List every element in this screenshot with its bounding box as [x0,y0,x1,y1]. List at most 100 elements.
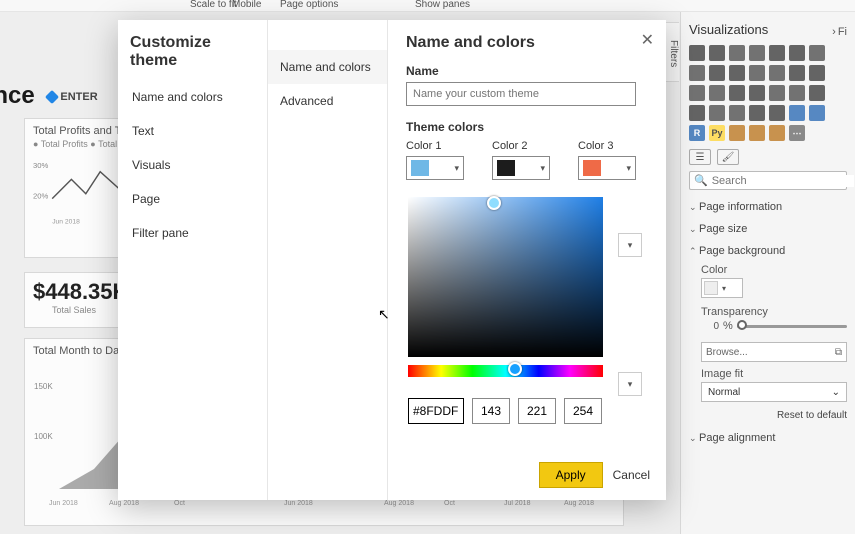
b-input[interactable] [564,398,602,424]
fields-tab-icon[interactable]: ☰ [689,149,711,165]
section-page-size[interactable]: ⌄ Page size [689,220,847,238]
tile-total-sales[interactable]: $448.35K Total Sales [24,272,124,328]
viz-stacked-area[interactable] [709,65,725,81]
nav-page[interactable]: Page [118,182,267,216]
format-search[interactable]: 🔍 [689,171,847,190]
ribbon-scale[interactable]: Scale to fit [190,0,237,10]
color-picker-popover [408,197,632,377]
viz-clustered-bar[interactable] [729,45,745,61]
nav-name-colors[interactable]: Name and colors [118,80,267,114]
color1-label: Color 1 [406,140,464,152]
theme-name-input[interactable] [406,82,636,106]
section-page-information[interactable]: ⌄ Page information [689,198,847,216]
color-extra-dropdown[interactable]: ▾ [618,372,642,396]
viz-r-script[interactable]: R [689,125,705,141]
fields-pane-hint[interactable]: Fi [838,26,847,38]
viz-shape-map[interactable] [809,85,825,101]
viz-multi-row[interactable] [729,105,745,121]
viz-python[interactable]: Py [709,125,725,141]
viz-scatter[interactable] [689,85,705,101]
viz-slicer[interactable] [769,105,785,121]
image-fit-dropdown[interactable]: Normal ⌄ [701,382,847,402]
color4-dropdown-collapsed[interactable]: ▾ [618,233,642,257]
search-icon: 🔍 [694,174,708,187]
viz-map[interactable] [769,85,785,101]
transparency-unit: % [723,320,733,332]
nav-filter-pane[interactable]: Filter pane [118,216,267,250]
color3-dropdown[interactable]: ▾ [578,156,636,180]
filters-pane-collapsed[interactable]: Filters [665,22,679,82]
viz-decomposition[interactable] [749,125,765,141]
viz-key-influencers[interactable] [729,125,745,141]
svg-text:Aug 2018: Aug 2018 [564,500,594,507]
viz-table[interactable] [789,105,805,121]
image-browse[interactable]: Browse... ⧉ [701,342,847,362]
viz-pie[interactable] [709,85,725,101]
close-icon[interactable]: ✕ [641,30,654,50]
pulse-icon [45,90,59,104]
transparency-label: Transparency [701,306,847,318]
cancel-button[interactable]: Cancel [613,468,650,482]
viz-100-stacked-bar[interactable] [769,45,785,61]
viz-matrix[interactable] [809,105,825,121]
section-page-background[interactable]: ⌃ Page background [689,242,847,260]
viz-type-grid: R Py ⋯ [689,45,847,141]
hue-slider[interactable] [408,365,603,377]
dialog-left-nav: Customize theme Name and colors Text Vis… [118,20,268,500]
section-page-alignment[interactable]: ⌄ Page alignment [689,429,847,447]
total-sales-label: Total Sales [33,305,115,315]
viz-clustered-column[interactable] [749,45,765,61]
viz-kpi[interactable] [749,105,765,121]
hex-input[interactable] [408,398,464,424]
nav-visuals[interactable]: Visuals [118,148,267,182]
viz-import[interactable]: ⋯ [789,125,805,141]
ribbon-show-panes[interactable]: Show panes [415,0,470,10]
sv-handle[interactable] [487,196,501,210]
viz-donut[interactable] [729,85,745,101]
viz-stacked-bar[interactable] [689,45,705,61]
viz-qa[interactable] [769,125,785,141]
chevron-right-icon[interactable]: › [832,26,836,38]
ribbon-page-options[interactable]: Page options [280,0,338,10]
total-sales-value: $448.35K [33,279,115,305]
viz-waterfall[interactable] [789,65,805,81]
nav-text[interactable]: Text [118,114,267,148]
chevron-down-icon: ⌄ [689,433,699,444]
color1-dropdown[interactable]: ▾ [406,156,464,180]
color3-label: Color 3 [578,140,636,152]
subnav-name-colors[interactable]: Name and colors [268,50,387,84]
r-input[interactable] [472,398,510,424]
viz-100-stacked-column[interactable] [789,45,805,61]
apply-button[interactable]: Apply [539,462,603,488]
dialog-title: Customize theme [118,34,267,80]
ribbon-mobile[interactable]: Mobile [232,0,261,10]
color2-label: Color 2 [492,140,550,152]
page-bg-color-picker[interactable]: ▾ [701,278,743,298]
viz-gauge[interactable] [689,105,705,121]
viz-area[interactable] [689,65,705,81]
color2-dropdown[interactable]: ▾ [492,156,550,180]
viz-line-stacked[interactable] [729,65,745,81]
g-input[interactable] [518,398,556,424]
viz-line[interactable] [809,45,825,61]
viz-card[interactable] [709,105,725,121]
viz-stacked-column[interactable] [709,45,725,61]
format-tab-icon[interactable]: 🖌 [717,149,739,165]
viz-filled-map[interactable] [789,85,805,101]
svg-text:150K: 150K [34,382,53,391]
search-input[interactable] [712,175,854,187]
reset-to-default[interactable]: Reset to default [701,410,847,421]
transparency-slider[interactable] [737,325,847,328]
sv-panel[interactable] [408,197,603,357]
visualizations-pane: « Visualizations › Fi [680,12,855,534]
svg-text:Jun 2018: Jun 2018 [52,219,80,226]
viz-funnel[interactable] [809,65,825,81]
viz-treemap[interactable] [749,85,765,101]
subnav-advanced[interactable]: Advanced [268,84,387,118]
svg-text:Jun 2018: Jun 2018 [284,500,313,507]
hue-handle[interactable] [508,362,522,376]
color3-swatch [583,160,601,176]
viz-line-clustered[interactable] [749,65,765,81]
viz-ribbon[interactable] [769,65,785,81]
color-picker-inputs [408,398,602,424]
